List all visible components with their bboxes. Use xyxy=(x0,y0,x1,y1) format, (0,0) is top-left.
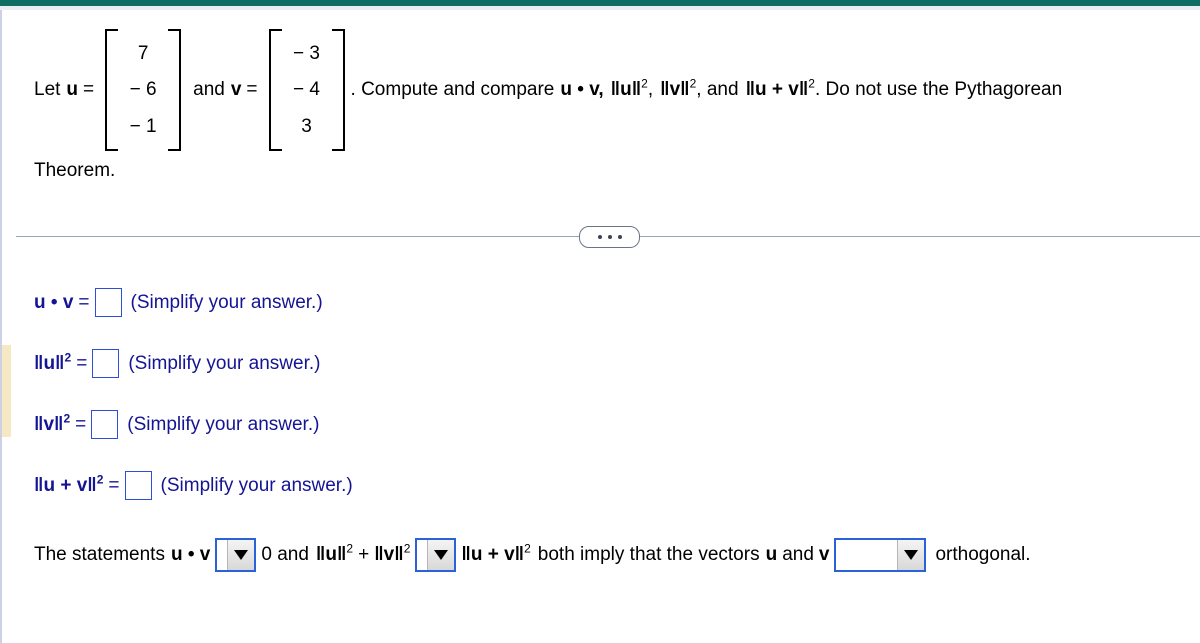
statement-sum-norm-base: ‖u + v‖ xyxy=(461,544,525,565)
ellipsis-dot-3 xyxy=(617,235,622,239)
answer-label-u-norm-exponent: 2 xyxy=(64,350,72,365)
vector-u-matrix: 7 − 6 − 1 xyxy=(105,29,182,151)
statement-vector-v: v xyxy=(818,544,830,565)
ellipsis-dot-2 xyxy=(607,235,612,239)
answer-hint-v-norm-squared: (Simplify your answer.) xyxy=(127,413,320,435)
answer-label-v-norm-squared: ‖v‖2 xyxy=(34,411,71,436)
answer-row-sum-norm-squared: ‖u + v‖2 = (Simplify your answer.) xyxy=(34,455,1194,516)
answer-row-v-norm-squared: ‖v‖2 = (Simplify your answer.) xyxy=(34,394,1194,455)
answer-hint-u-norm-squared: (Simplify your answer.) xyxy=(128,352,321,374)
answer-label-u-norm-base: ‖u‖ xyxy=(34,352,65,374)
statement-part-1: The statements xyxy=(34,544,165,565)
statement-part-4: orthogonal. xyxy=(935,544,1031,565)
vector-u-entry-2: − 6 xyxy=(129,79,157,101)
term-dot-product: u • v, xyxy=(560,79,604,101)
statement-v-norm-base: ‖v‖ xyxy=(374,544,404,565)
answer-label-u-norm-squared: ‖u‖2 xyxy=(34,350,72,375)
statement-sum-norm-exponent: 2 xyxy=(524,541,531,556)
comparison-dropdown-1[interactable] xyxy=(215,538,257,572)
vector-u-entries: 7 − 6 − 1 xyxy=(118,29,168,151)
answer-hint-dot-product: (Simplify your answer.) xyxy=(130,291,323,313)
answer-input-u-norm-squared[interactable] xyxy=(92,349,120,378)
equals-sign-v: = xyxy=(246,79,258,101)
statement-and-word: and xyxy=(782,544,814,565)
and-text: and xyxy=(193,79,225,101)
answer-equals-sum-norm-squared: = xyxy=(108,474,120,496)
answer-label-v-norm-base: ‖v‖ xyxy=(34,413,64,435)
bracket-left-v xyxy=(268,29,282,151)
answer-label-dot-product: u • v xyxy=(34,291,74,313)
term-v-norm-squared: ‖v‖2 xyxy=(653,78,696,102)
statement-u-norm-base: ‖u‖ xyxy=(315,544,347,565)
chevron-down-icon[interactable] xyxy=(227,540,255,570)
vector-u-entry-3: − 1 xyxy=(129,116,157,138)
statement-part-2: 0 and xyxy=(261,544,309,565)
bracket-right-u xyxy=(168,29,182,151)
bracket-left-u xyxy=(105,29,119,151)
statement-term-v-norm: ‖v‖2 xyxy=(374,541,411,566)
statement-term-dot-product: u • v xyxy=(170,544,211,565)
answer-label-sum-norm-base: ‖u + v‖ xyxy=(34,474,97,496)
term-v-norm-exponent: 2 xyxy=(689,76,697,91)
chevron-down-icon[interactable] xyxy=(427,540,455,570)
chevron-down-icon[interactable] xyxy=(897,540,925,570)
comparison-dropdown-2[interactable] xyxy=(415,538,457,572)
statement-u-norm-exponent: 2 xyxy=(346,541,354,556)
answer-label-sum-norm-squared: ‖u + v‖2 xyxy=(34,472,104,497)
answer-label-sum-norm-exponent: 2 xyxy=(96,472,104,487)
answer-input-sum-norm-squared[interactable] xyxy=(124,471,152,500)
ellipsis-dot-1 xyxy=(597,235,602,239)
answer-label-v-norm-exponent: 2 xyxy=(63,411,71,426)
answer-row-u-norm-squared: ‖u‖2 = (Simplify your answer.) xyxy=(34,333,1194,394)
comma-and-text: , and xyxy=(696,79,739,101)
instruction-line-2: Theorem. xyxy=(34,160,116,181)
statement-term-sum-norm: ‖u + v‖2 xyxy=(461,541,531,566)
term-sum-norm-squared: ‖u + v‖2 xyxy=(739,78,815,102)
vector-v-entries: − 3 − 4 3 xyxy=(282,29,332,151)
problem-lead-text: Let xyxy=(34,79,61,101)
bracket-right-v xyxy=(331,29,345,151)
statement-vector-u: u xyxy=(765,544,778,565)
vector-v-entry-3: 3 xyxy=(301,116,312,138)
problem-statement: Let u = 7 − 6 − 1 and v = − 3 − 4 3 . Co… xyxy=(34,20,1194,160)
instruction-start: . Compute and compare xyxy=(350,79,555,101)
vector-v-symbol: v xyxy=(230,79,242,101)
answer-hint-sum-norm-squared: (Simplify your answer.) xyxy=(160,474,353,496)
orthogonality-dropdown[interactable] xyxy=(834,538,927,572)
more-options-ellipsis-icon[interactable] xyxy=(579,226,640,248)
section-divider xyxy=(16,226,1200,248)
answer-input-v-norm-squared[interactable] xyxy=(91,410,119,439)
answer-equals-dot-product: = xyxy=(78,291,90,313)
instruction-end: . Do not use the Pythagorean xyxy=(814,79,1063,101)
term-v-norm-base: ‖v‖ xyxy=(660,79,690,101)
term-u-norm-squared: ‖u‖2 xyxy=(604,78,648,102)
statement-plus-sign: + xyxy=(358,544,370,565)
statement-term-u-norm: ‖u‖2 xyxy=(309,541,354,566)
term-u-norm-exponent: 2 xyxy=(641,76,648,91)
answer-input-dot-product[interactable] xyxy=(94,288,122,317)
equals-sign-u: = xyxy=(83,79,95,101)
vector-u-entry-1: 7 xyxy=(137,42,149,64)
answer-equals-v-norm-squared: = xyxy=(75,413,87,435)
vector-v-entry-2: − 4 xyxy=(293,79,320,101)
answer-row-dot-product: u • v = (Simplify your answer.) xyxy=(34,272,1194,333)
answer-section: u • v = (Simplify your answer.) ‖u‖2 = (… xyxy=(34,272,1194,516)
answer-equals-u-norm-squared: = xyxy=(76,352,88,374)
term-sum-norm-exponent: 2 xyxy=(808,76,815,91)
term-u-norm-base: ‖u‖ xyxy=(610,79,642,101)
statement-v-norm-exponent: 2 xyxy=(403,541,411,556)
left-highlight-strip xyxy=(2,345,11,437)
vector-v-matrix: − 3 − 4 3 xyxy=(268,29,345,151)
vector-u-symbol: u xyxy=(66,79,79,101)
question-page: Let u = 7 − 6 − 1 and v = − 3 − 4 3 . Co… xyxy=(0,10,1200,643)
statement-part-3: both imply that the vectors xyxy=(537,544,760,565)
term-sum-norm-base: ‖u + v‖ xyxy=(745,79,809,101)
conclusion-statement: The statements u • v 0 and ‖u‖2 + ‖v‖2 ‖… xyxy=(34,531,1031,579)
vector-v-entry-1: − 3 xyxy=(293,42,320,64)
